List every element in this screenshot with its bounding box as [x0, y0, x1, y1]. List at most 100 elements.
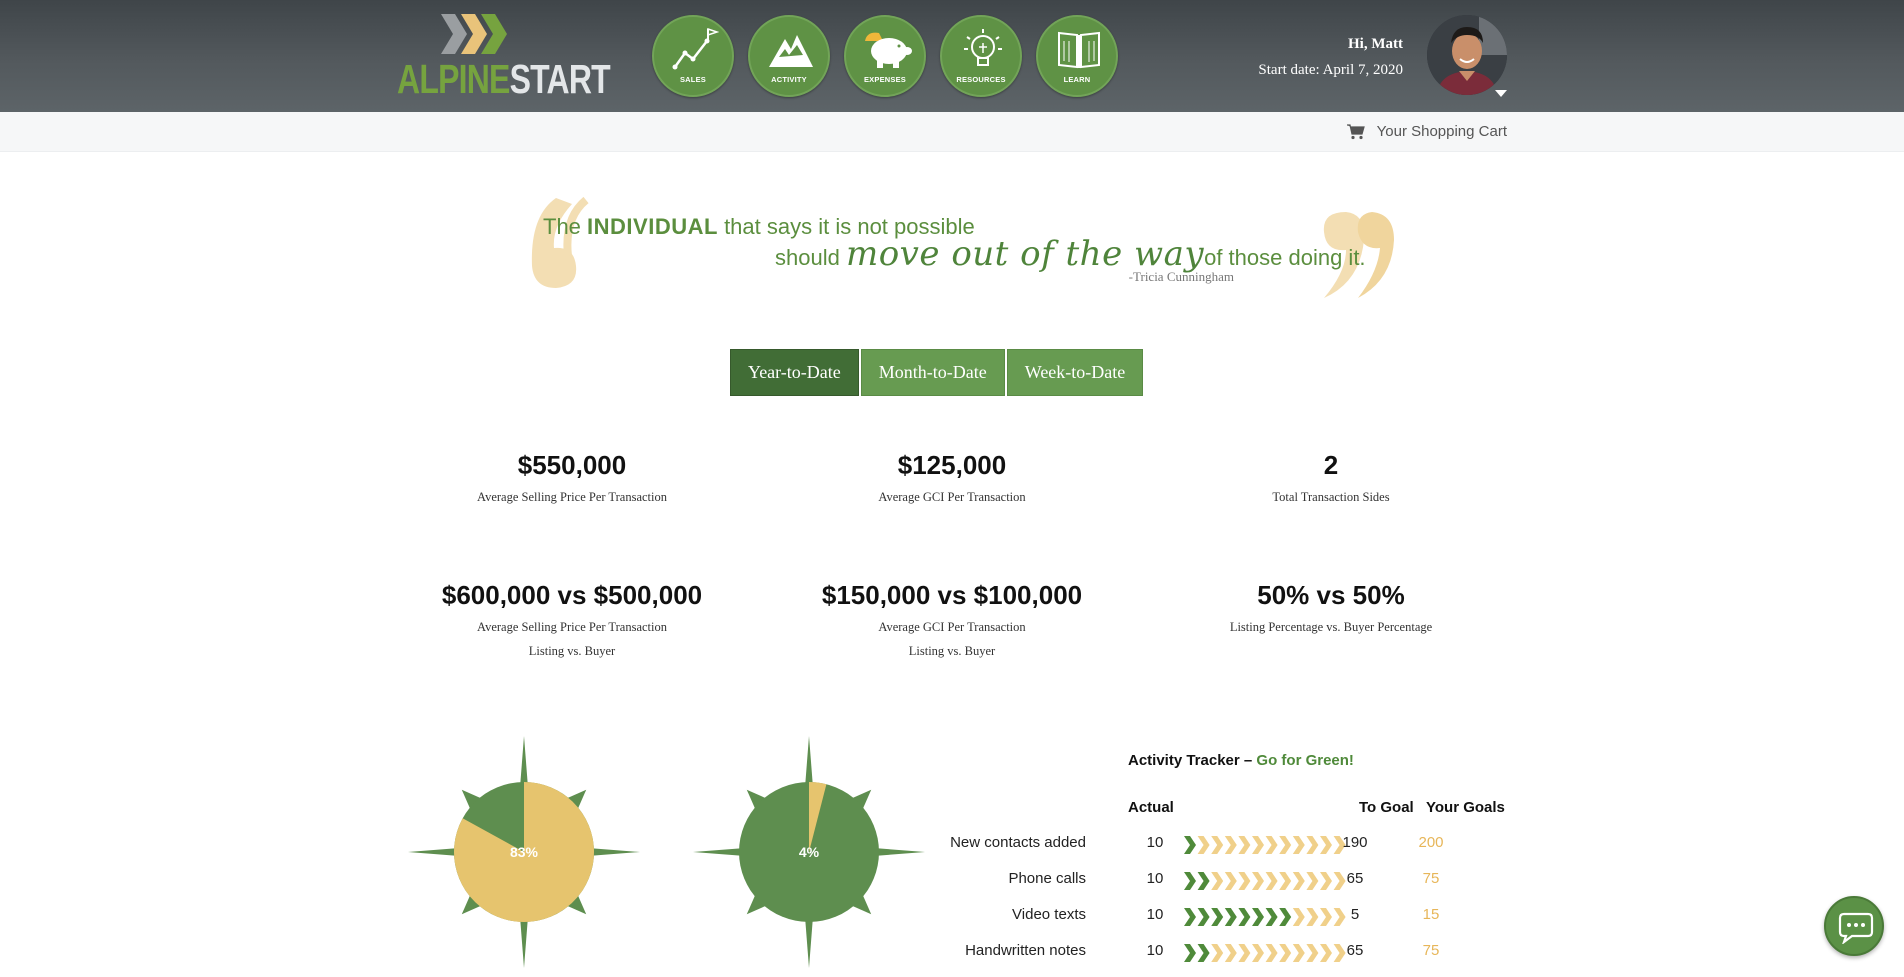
chevron-empty-icon — [1320, 836, 1332, 854]
compass-pie-chart-2: 4% — [693, 736, 925, 968]
tab-year-to-date[interactable]: Year-to-Date — [730, 349, 859, 396]
chevron-empty-icon — [1265, 872, 1278, 890]
shopping-cart-icon — [1346, 123, 1365, 139]
chevron-empty-icon — [1211, 872, 1224, 890]
chevron-empty-icon — [1211, 836, 1224, 854]
stat-avg-gci: $125,000 Average GCI Per Transaction — [878, 450, 1026, 504]
nav-sales[interactable]: SALES — [652, 15, 734, 97]
tab-week-to-date[interactable]: Week-to-Date — [1006, 349, 1144, 396]
chevron-filled-icon — [1184, 872, 1196, 890]
stat-listing-vs-buyer-percentage: 50% vs 50% Listing Percentage vs. Buyer … — [1229, 580, 1433, 634]
tracker-row: Phone calls 10 65 75 — [970, 866, 1530, 894]
logo-wordmark: ALPINESTART — [397, 56, 611, 102]
chevron-filled-icon — [1279, 908, 1292, 926]
tracker-row-label: New contacts added — [950, 834, 1086, 851]
chevron-empty-icon — [1279, 872, 1292, 890]
tracker-row-actual: 10 — [1146, 870, 1164, 887]
chevron-empty-icon — [1265, 836, 1278, 854]
quote-line-2: should move out of the wayof those doing… — [775, 234, 1366, 274]
chevron-filled-icon — [1265, 908, 1278, 926]
shopping-cart-link[interactable]: Your Shopping Cart — [1346, 123, 1507, 140]
nav-resources[interactable]: RESOURCES — [940, 15, 1022, 97]
alpinestart-logo[interactable]: ALPINESTART — [397, 14, 611, 102]
stat-gci-listing-vs-buyer: $150,000 vs $100,000 Average GCI Per Tra… — [821, 580, 1083, 658]
tracker-row-goal[interactable]: 75 — [1411, 942, 1451, 959]
header-actual: Actual — [1128, 799, 1174, 816]
period-tabs: Year-to-Date Month-to-Date Week-to-Date — [730, 349, 1145, 396]
tracker-progress-chevrons — [1184, 944, 1346, 962]
main-nav: SALES ACTIVITY EXPENSES RESOURCES LEARN — [652, 15, 1132, 97]
chevron-empty-icon — [1292, 872, 1305, 890]
tracker-row: Video texts 10 5 15 — [970, 902, 1530, 930]
header-to-goal: To Goal — [1359, 799, 1414, 816]
chevron-empty-icon — [1238, 872, 1251, 890]
tracker-row: Handwritten notes 10 65 75 — [965, 938, 1530, 966]
lightbulb-icon — [964, 29, 1002, 66]
piggy-bank-icon — [865, 32, 912, 68]
chevron-empty-icon — [1292, 836, 1305, 854]
tracker-row-to-goal: 5 — [1350, 906, 1360, 923]
user-info: Hi, Matt Start date: April 7, 2020 — [1258, 34, 1403, 81]
top-header: ALPINESTART SALES ACTIVITY EXPENSES RESO… — [0, 0, 1904, 112]
tracker-progress-chevrons — [1184, 908, 1346, 926]
tracker-progress-chevrons — [1184, 872, 1346, 890]
chevron-empty-icon — [1292, 908, 1305, 926]
user-greeting: Hi, Matt — [1348, 36, 1403, 52]
tracker-row: New contacts added 10 190 200 — [950, 830, 1530, 858]
tracker-row-goal[interactable]: 75 — [1411, 870, 1451, 887]
pie-percent-label: 4% — [799, 844, 820, 860]
chevron-empty-icon — [1238, 944, 1251, 962]
tracker-progress-chevrons — [1184, 836, 1346, 854]
chevron-empty-icon — [1306, 944, 1319, 962]
motivational-quote: The INDIVIDUAL that says it is not possi… — [520, 196, 1394, 306]
chevron-empty-icon — [1197, 836, 1210, 854]
compass-pie-chart-1: 83% — [408, 736, 640, 968]
chevron-empty-icon — [1224, 872, 1237, 890]
chevron-filled-icon — [1197, 944, 1210, 962]
tracker-row-to-goal: 65 — [1346, 870, 1364, 887]
avatar[interactable] — [1427, 15, 1507, 95]
stat-avg-selling-price: $550,000 Average Selling Price Per Trans… — [476, 450, 667, 504]
chevron-empty-icon — [1292, 944, 1305, 962]
nav-learn[interactable]: LEARN — [1036, 15, 1118, 97]
chevron-filled-icon — [1184, 836, 1196, 854]
chat-button[interactable] — [1824, 896, 1884, 956]
nav-activity[interactable]: ACTIVITY — [748, 15, 830, 97]
chevron-filled-icon — [1211, 908, 1224, 926]
chevron-empty-icon — [1252, 944, 1264, 962]
stat-total-sides: 2 Total Transaction Sides — [1272, 450, 1390, 504]
chevron-filled-icon — [1238, 908, 1251, 926]
chevron-empty-icon — [1211, 944, 1224, 962]
tracker-row-goal[interactable]: 200 — [1411, 834, 1451, 851]
chevron-empty-icon — [1320, 872, 1332, 890]
tracker-row-actual: 10 — [1146, 834, 1164, 851]
chevron-filled-icon — [1184, 944, 1196, 962]
start-date: Start date: April 7, 2020 — [1258, 62, 1403, 78]
book-icon — [1058, 31, 1100, 69]
chevron-empty-icon — [1306, 836, 1319, 854]
chevron-filled-icon — [1252, 908, 1264, 926]
tracker-row-label: Phone calls — [1008, 870, 1086, 887]
tracker-row-to-goal: 65 — [1346, 942, 1364, 959]
sales-chart-flag-icon — [672, 27, 719, 70]
tab-month-to-date[interactable]: Month-to-Date — [860, 349, 1005, 396]
chevron-empty-icon — [1252, 872, 1264, 890]
tracker-row-actual: 10 — [1146, 906, 1164, 923]
chevron-filled-icon — [1184, 908, 1196, 926]
chevron-empty-icon — [1224, 944, 1237, 962]
chevrons-logo-icon — [441, 14, 507, 54]
chevron-filled-icon — [1197, 872, 1210, 890]
chevron-empty-icon — [1252, 836, 1264, 854]
shopping-cart-label: Your Shopping Cart — [1376, 123, 1507, 140]
chevron-empty-icon — [1306, 872, 1319, 890]
user-photo-icon — [1427, 15, 1507, 95]
tracker-row-label: Video texts — [1012, 906, 1086, 923]
user-menu-caret-icon[interactable] — [1495, 90, 1507, 97]
quote-author: -Tricia Cunningham — [1128, 269, 1234, 284]
nav-expenses[interactable]: EXPENSES — [844, 15, 926, 97]
stat-selling-price-listing-vs-buyer: $600,000 vs $500,000 Average Selling Pri… — [441, 580, 703, 658]
chevron-empty-icon — [1320, 944, 1332, 962]
tracker-row-to-goal: 190 — [1342, 834, 1368, 851]
open-quote-icon — [531, 196, 589, 288]
tracker-row-goal[interactable]: 15 — [1411, 906, 1451, 923]
